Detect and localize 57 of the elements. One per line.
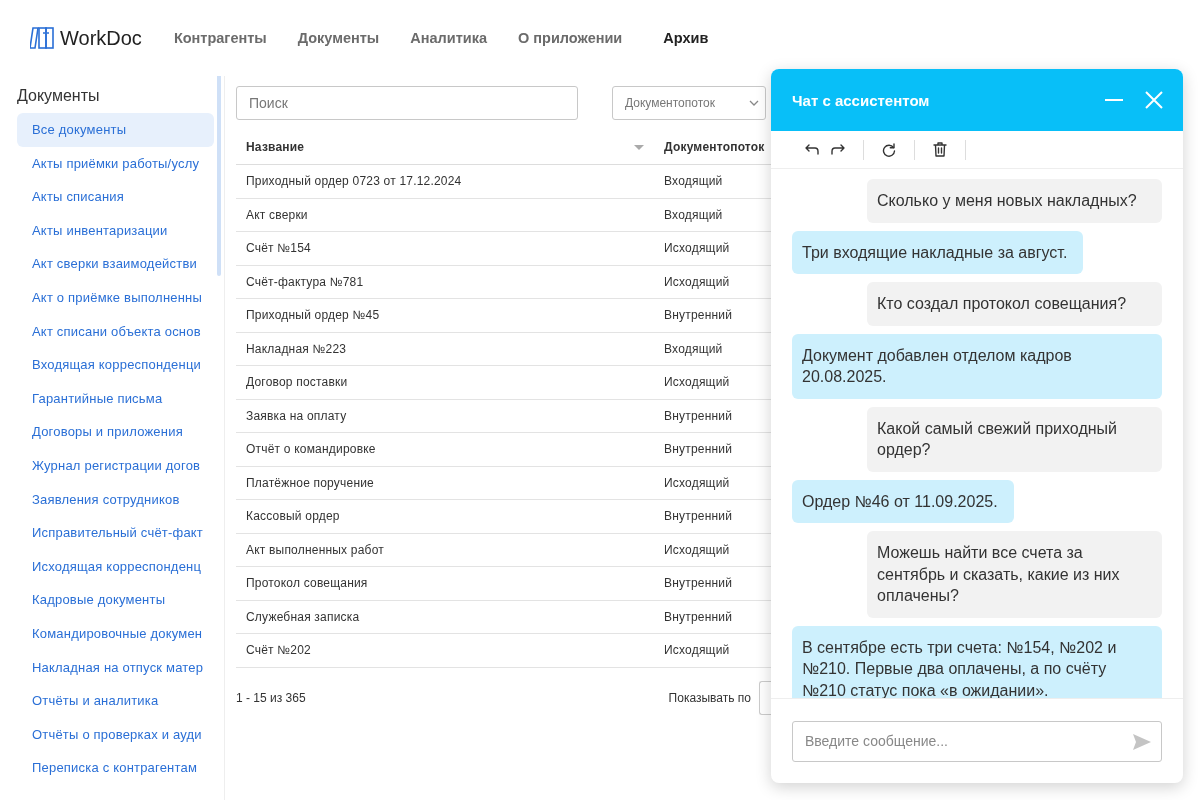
nav-link[interactable]: О приложении — [518, 30, 623, 46]
sidebar-item[interactable]: Акт о приёмке выполненны — [17, 280, 214, 315]
page-size-label: Показывать по — [668, 690, 751, 705]
table-cell: Заявка на оплату — [236, 399, 654, 433]
sidebar-item[interactable]: Гарантийные письма — [17, 381, 214, 416]
table-cell: Отчёт о командировке — [236, 432, 654, 466]
sidebar-item[interactable]: Акт списани объекта основ — [17, 314, 214, 349]
sidebar-item[interactable]: Командировочные докумен — [17, 616, 214, 651]
assistant-message: Ордер №46 от 11.09.2025. — [792, 479, 1014, 523]
table-cell: Платёжное поручение — [236, 466, 654, 500]
sidebar-item[interactable]: Договоры и приложения — [17, 415, 214, 449]
sidebar-item[interactable]: Акт сверки взаимодействи — [17, 247, 214, 281]
user-message: Можешь найти все счета за сентябрь и сказать, какие из них оплачены? — [867, 531, 1162, 618]
sidebar-item[interactable]: Входящая корреспонденци — [17, 348, 214, 382]
sidebar-item[interactable]: Отчёты о проверках и ауди — [17, 717, 214, 752]
table-cell: Акт выполненных работ — [236, 533, 654, 567]
app-logo: WorkDoc — [60, 26, 142, 50]
sidebar-item[interactable]: Акты списания — [17, 180, 214, 214]
user-message: Какой самый свежий приходный ордер? — [867, 406, 1162, 472]
user-message: Сколько у меня новых накладных? — [867, 179, 1162, 223]
nav-link[interactable]: Контрагенты — [173, 30, 267, 46]
user-message: Кто создал протокол совещания? — [867, 282, 1162, 326]
table-cell: Договор поставки — [236, 365, 654, 399]
nav-link[interactable]: Документы — [297, 30, 380, 46]
sidebar-item[interactable]: Журнал регистрации догов — [17, 448, 214, 483]
pagination-range: 1 - 15 из 365 — [236, 690, 306, 705]
chat-title: Чат с ассистентом — [792, 91, 930, 109]
sidebar-item[interactable]: Все документы — [17, 113, 214, 147]
table-cell: Кассовый ордер — [236, 499, 654, 533]
assistant-message: В сентябре есть три счета: №154, №202 и №210. Первые два оплачены, а по счёту №210 статус пока «в ожидании». — [792, 625, 1162, 698]
table-cell: Протокол совещания — [236, 566, 654, 600]
filter-dropdown[interactable]: Документопоток — [612, 86, 766, 120]
nav-link[interactable]: Аналитика — [410, 30, 487, 46]
assistant-message: Документ добавлен отделом кадров 20.08.2025. — [792, 333, 1162, 399]
sidebar-item[interactable]: Исходящая корреспонденц — [17, 549, 214, 584]
sidebar-item[interactable]: Переписка с контрагентам — [17, 751, 214, 785]
sidebar-item[interactable]: Отчёты и аналитика — [17, 684, 214, 718]
table-cell: Счёт-фактура №781 — [236, 265, 654, 299]
sidebar-item[interactable]: Заявления сотрудников — [17, 482, 214, 517]
sidebar-title: Документы — [17, 87, 101, 105]
table-cell: Счёт №202 — [236, 633, 654, 667]
sidebar-item[interactable]: Накладная на отпуск матер — [17, 650, 214, 685]
sidebar-item[interactable]: Акты приёмки работы/услу — [17, 146, 214, 181]
message-field[interactable]: Введите сообщение... — [792, 720, 1162, 762]
nav-link[interactable]: Архив — [663, 30, 709, 46]
search-field[interactable]: Поиск — [236, 86, 578, 120]
sidebar-item[interactable]: Кадровые документы — [17, 583, 214, 617]
table-cell: Счёт №154 — [236, 231, 654, 265]
table-cell: Приходный ордер 0723 от 17.12.2024 — [236, 164, 654, 198]
table-cell: Приходный ордер №45 — [236, 298, 654, 332]
sidebar-item[interactable]: Акты инвентаризации — [17, 213, 214, 248]
assistant-message: Три входящие накладные за август. — [792, 230, 1084, 274]
table-cell: Накладная №223 — [236, 332, 654, 366]
sidebar-item[interactable]: Исправительный счёт-факт — [17, 516, 214, 550]
table-cell: Служебная записка — [236, 600, 654, 634]
table-cell: Акт сверки — [236, 198, 654, 232]
column-header[interactable]: Название — [246, 140, 305, 154]
